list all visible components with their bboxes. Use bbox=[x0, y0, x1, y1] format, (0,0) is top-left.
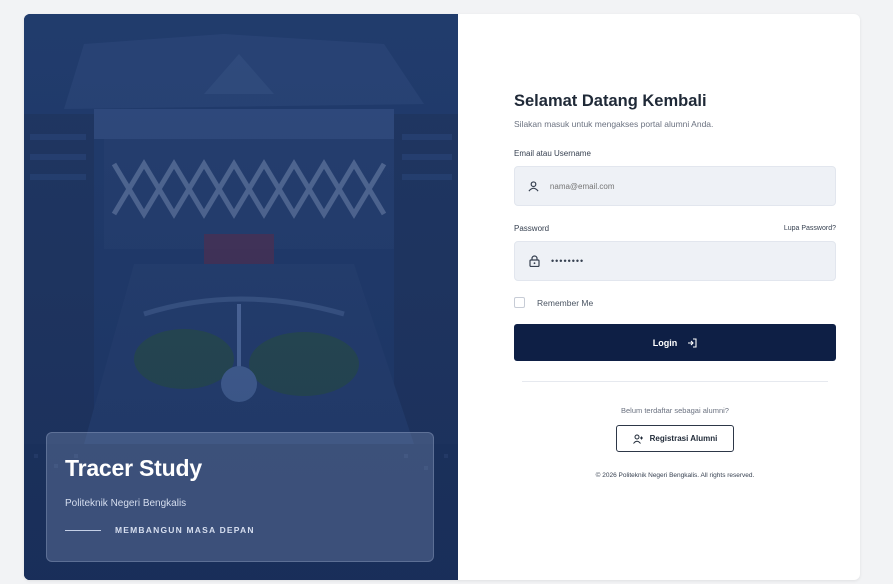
login-form: Selamat Datang Kembali Silakan masuk unt… bbox=[514, 92, 836, 479]
email-label: Email atau Username bbox=[514, 149, 591, 158]
email-field[interactable] bbox=[514, 166, 836, 206]
register-prompt: Belum terdaftar sebagai alumni? bbox=[621, 406, 729, 415]
login-page: Tracer Study Politeknik Negeri Bengkalis… bbox=[24, 14, 860, 580]
login-arrow-icon bbox=[687, 337, 697, 348]
remember-checkbox[interactable] bbox=[514, 297, 525, 308]
hero-panel: Tracer Study Politeknik Negeri Bengkalis… bbox=[24, 14, 458, 580]
password-label: Password bbox=[514, 224, 550, 233]
hero-card: Tracer Study Politeknik Negeri Bengkalis… bbox=[46, 432, 434, 562]
email-label-row: Email atau Username bbox=[514, 149, 836, 158]
remember-label[interactable]: Remember Me bbox=[537, 298, 593, 308]
user-plus-icon bbox=[632, 434, 644, 444]
forgot-password-link[interactable]: Lupa Password? bbox=[784, 225, 836, 232]
register-button[interactable]: Registrasi Alumni bbox=[615, 425, 735, 452]
hero-tagline: MEMBANGUN MASA DEPAN bbox=[115, 525, 255, 535]
hero-tagline-row: MEMBANGUN MASA DEPAN bbox=[65, 525, 415, 535]
login-button[interactable]: Login bbox=[514, 324, 836, 361]
hero-subtitle: Politeknik Negeri Bengkalis bbox=[65, 498, 187, 509]
footer-copyright: © 2026 Politeknik Negeri Bengkalis. All … bbox=[595, 472, 755, 479]
register-button-label: Registrasi Alumni bbox=[649, 434, 718, 443]
email-input[interactable] bbox=[549, 181, 823, 191]
divider bbox=[522, 381, 828, 382]
password-input[interactable]: •••••••• bbox=[551, 256, 584, 266]
hero-tagline-line bbox=[65, 529, 101, 531]
hero-title: Tracer Study bbox=[65, 455, 202, 481]
page-subtitle: Silakan masuk untuk mengakses portal alu… bbox=[514, 119, 714, 129]
password-label-row: Password Lupa Password? bbox=[514, 224, 836, 233]
remember-row: Remember Me bbox=[514, 297, 836, 308]
user-icon bbox=[527, 179, 540, 193]
login-button-label: Login bbox=[652, 337, 678, 348]
password-field[interactable]: •••••••• bbox=[514, 241, 836, 281]
register-wrap: Registrasi Alumni bbox=[514, 425, 836, 452]
page-title: Selamat Datang Kembali bbox=[514, 92, 707, 110]
lock-icon bbox=[527, 254, 541, 268]
